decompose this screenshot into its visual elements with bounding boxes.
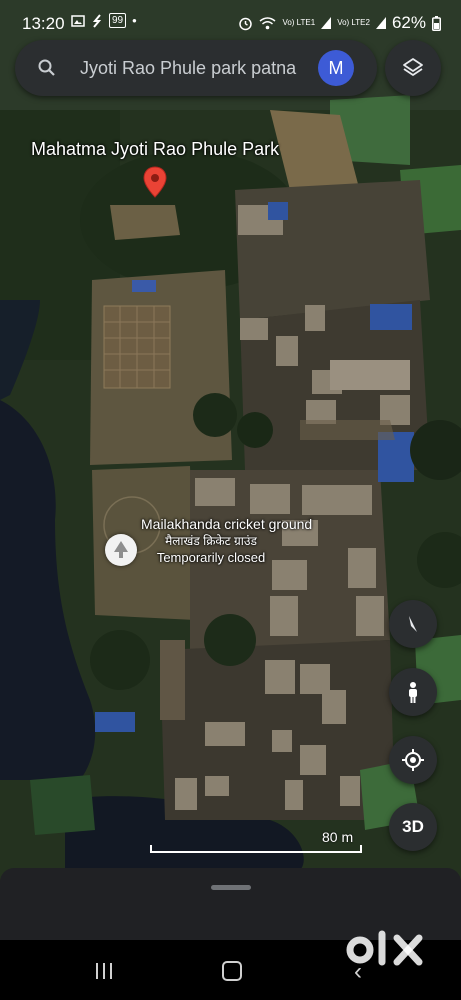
- cricket-ground-status: Temporarily closed: [156, 550, 266, 565]
- sheet-drag-handle[interactable]: [211, 885, 251, 890]
- status-bar: 13:20 99 • Vo) LTE1 Vo) LTE2 62%: [0, 0, 461, 42]
- search-bar[interactable]: M: [15, 40, 377, 96]
- my-location-button[interactable]: [389, 736, 437, 784]
- street-view-button[interactable]: [389, 668, 437, 716]
- network-1-label: Vo) LTE1: [282, 18, 316, 27]
- dot-icon: •: [132, 13, 137, 28]
- image-icon: [71, 14, 85, 28]
- 3d-button[interactable]: 3D: [389, 803, 437, 851]
- status-time: 13:20: [22, 14, 65, 33]
- status-system-icons: Vo) LTE1 Vo) LTE2 62%: [238, 13, 441, 33]
- scale-bar: [150, 845, 362, 853]
- battery-icon: [432, 15, 441, 31]
- account-avatar[interactable]: M: [318, 50, 354, 86]
- search-icon[interactable]: [37, 58, 57, 78]
- compass-button[interactable]: [389, 600, 437, 648]
- signal-icon: [321, 17, 332, 29]
- pegman-icon: [409, 682, 417, 703]
- signal-icon: [375, 17, 386, 29]
- alarm-icon: [238, 16, 253, 31]
- layers-button[interactable]: [385, 40, 441, 96]
- layers-icon: [403, 58, 423, 76]
- wifi-icon: [259, 16, 276, 30]
- battery-percentage: 62%: [391, 13, 426, 32]
- scale-label: 80 m: [322, 829, 354, 845]
- missed-call-icon: [91, 13, 103, 28]
- status-notification-icons: 99 •: [71, 13, 137, 28]
- tree-icon: [114, 541, 128, 558]
- cricket-ground-marker[interactable]: [105, 534, 137, 566]
- notification-badge: 99: [109, 13, 127, 28]
- network-2-label: Vo) LTE2: [337, 18, 370, 27]
- cricket-ground-name: Mailakhanda cricket ground: [141, 516, 313, 532]
- cricket-ground-label[interactable]: Mailakhanda cricket ground मैलाखंड क्रिक…: [141, 516, 313, 566]
- red-pin-icon[interactable]: [143, 166, 167, 198]
- my-location-icon: [402, 749, 424, 771]
- search-input[interactable]: [80, 40, 325, 96]
- recents-icon[interactable]: [94, 962, 114, 980]
- cricket-ground-name-local: मैलाखंड क्रिकेट ग्राउंड: [165, 534, 257, 548]
- place-label-park[interactable]: Mahatma Jyoti Rao Phule Park: [31, 139, 279, 160]
- olx-watermark-logo: [346, 930, 423, 966]
- compass-icon: [409, 616, 417, 632]
- home-icon[interactable]: [222, 961, 242, 981]
